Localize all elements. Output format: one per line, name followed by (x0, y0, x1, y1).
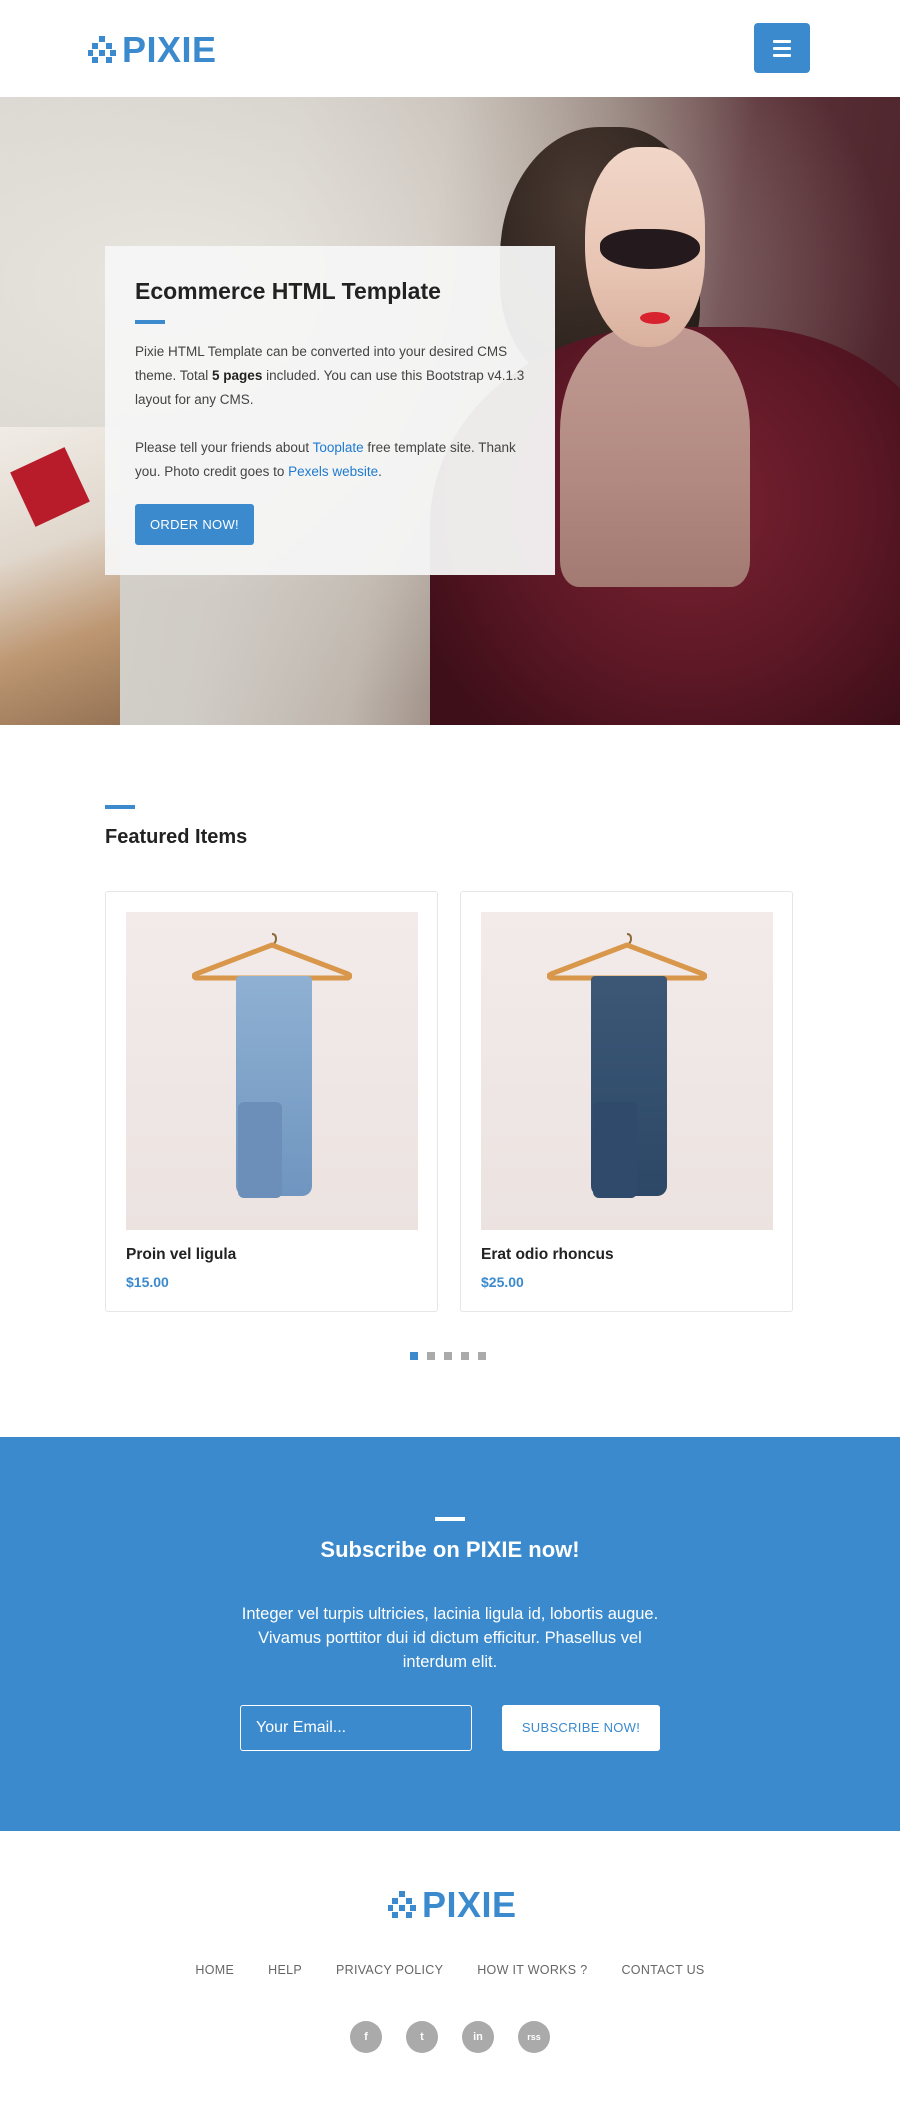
carousel-dot[interactable] (478, 1352, 486, 1360)
hero-description: Pixie HTML Template can be converted int… (135, 340, 525, 412)
product-price: $25.00 (481, 1274, 524, 1290)
hamburger-menu-button[interactable] (754, 23, 810, 73)
menu-bar (773, 53, 791, 57)
pixel-logo-icon (388, 1891, 416, 1919)
footer-link-how-it-works[interactable]: HOW IT WORKS ? (477, 1963, 587, 1977)
model-lips (640, 312, 670, 324)
product-price: $15.00 (126, 1274, 169, 1290)
hanger-icon (192, 933, 352, 981)
sunglasses-image (600, 229, 700, 269)
logo-text: PIXIE (122, 29, 217, 70)
jeans-leg (593, 1102, 637, 1198)
rss-icon[interactable]: rss (518, 2021, 550, 2053)
footer-nav: HOME HELP PRIVACY POLICY HOW IT WORKS ? … (0, 1963, 900, 1977)
product-name[interactable]: Erat odio rhoncus (481, 1246, 614, 1264)
footer-link-contact[interactable]: CONTACT US (621, 1963, 704, 1977)
product-image[interactable] (126, 912, 418, 1230)
product-card[interactable]: Erat odio rhoncus $25.00 (460, 891, 793, 1312)
logo-text: PIXIE (422, 1884, 517, 1925)
carousel-dot[interactable] (427, 1352, 435, 1360)
site-logo[interactable]: PIXIE (88, 30, 217, 70)
menu-bar (773, 46, 791, 50)
carousel-dot[interactable] (461, 1352, 469, 1360)
carousel-pagination (410, 1352, 486, 1360)
tooplate-link[interactable]: Tooplate (313, 440, 364, 455)
carousel-dot[interactable] (410, 1352, 418, 1360)
hero-title: Ecommerce HTML Template (135, 278, 441, 304)
social-links: f t in rss (350, 2021, 550, 2053)
pixel-logo-icon (88, 36, 116, 64)
subscribe-text: Integer vel turpis ultricies, lacinia li… (241, 1605, 659, 1671)
hanger-icon (547, 933, 707, 981)
hero-text: . (378, 464, 382, 479)
facebook-icon[interactable]: f (350, 2021, 382, 2053)
footer-link-help[interactable]: HELP (268, 1963, 302, 1977)
subscribe-section: Subscribe on PIXIE now! Integer vel turp… (0, 1437, 900, 1831)
site-header: PIXIE (0, 0, 900, 97)
subscribe-title: Subscribe on PIXIE now! (320, 1537, 580, 1562)
featured-title: Featured Items (105, 826, 248, 848)
featured-title-accent (105, 805, 135, 809)
model-turtleneck (560, 327, 750, 587)
pexels-link[interactable]: Pexels website (288, 464, 378, 479)
product-card[interactable]: Proin vel ligula $15.00 (105, 891, 438, 1312)
footer-link-privacy[interactable]: PRIVACY POLICY (336, 1963, 443, 1977)
hero-text: Please tell your friends about (135, 440, 313, 455)
product-name[interactable]: Proin vel ligula (126, 1246, 236, 1264)
hero-title-underline (135, 320, 165, 324)
twitter-icon[interactable]: t (406, 2021, 438, 2053)
footer-link-home[interactable]: HOME (195, 1963, 234, 1977)
hamburger-menu-icon (773, 39, 791, 43)
linkedin-icon[interactable]: in (462, 2021, 494, 2053)
subscribe-title-accent (435, 1517, 465, 1521)
jeans-leg (238, 1102, 282, 1198)
footer-logo[interactable]: PIXIE (388, 1885, 517, 1925)
carousel-dot[interactable] (444, 1352, 452, 1360)
subscribe-button[interactable]: SUBSCRIBE NOW! (502, 1705, 660, 1751)
hero-pages-count: 5 pages (212, 368, 263, 383)
hero-credit: Please tell your friends about Tooplate … (135, 436, 525, 484)
product-image[interactable] (481, 912, 773, 1230)
order-now-button[interactable]: ORDER NOW! (135, 504, 254, 545)
hero-card: Ecommerce HTML Template Pixie HTML Templ… (105, 246, 555, 575)
email-input[interactable] (240, 1705, 472, 1751)
